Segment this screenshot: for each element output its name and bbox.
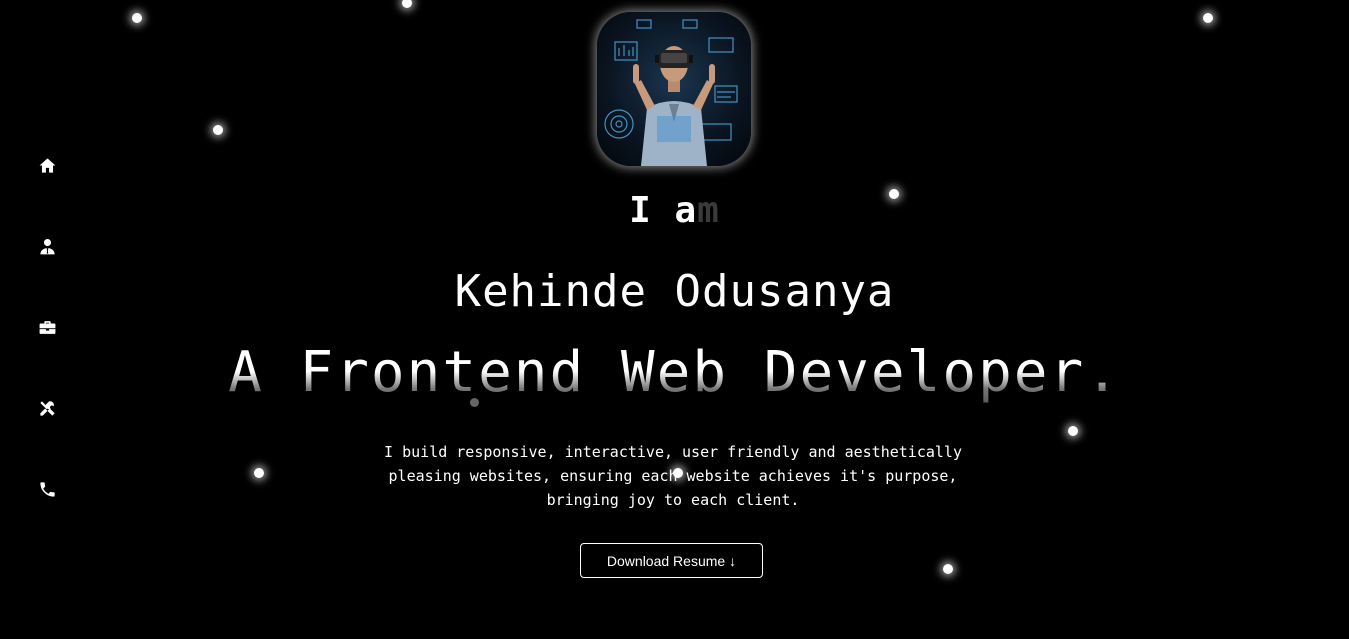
profile-avatar <box>597 12 751 166</box>
intro-typing-text: I am <box>0 190 1349 231</box>
star-decoration <box>1068 426 1078 436</box>
nav-portfolio[interactable] <box>36 316 58 338</box>
home-icon <box>39 157 55 173</box>
phone-icon <box>39 481 55 497</box>
star-decoration <box>132 13 142 23</box>
intro-solid: I a <box>629 190 698 231</box>
intro-faded: m <box>697 190 720 231</box>
portfolio-hero-page: I am Kehinde Odusanya A Frontend Web Dev… <box>0 0 1349 639</box>
developer-bio: I build responsive, interactive, user fr… <box>384 443 962 509</box>
nav-about[interactable] <box>36 235 58 257</box>
nav-home[interactable] <box>36 154 58 176</box>
briefcase-icon <box>39 320 55 334</box>
developer-role: A Frontend Web Developer. <box>0 340 1349 405</box>
star-decoration <box>1203 13 1213 23</box>
user-icon <box>39 238 55 254</box>
vr-developer-avatar <box>604 19 738 166</box>
star-decoration <box>213 125 223 135</box>
star-decoration <box>254 468 264 478</box>
star-decoration <box>402 0 412 8</box>
nav-contact[interactable] <box>36 478 58 500</box>
star-decoration <box>943 564 953 574</box>
download-resume-button[interactable]: Download Resume ↓ <box>580 543 763 578</box>
developer-name: Kehinde Odusanya <box>454 266 895 317</box>
